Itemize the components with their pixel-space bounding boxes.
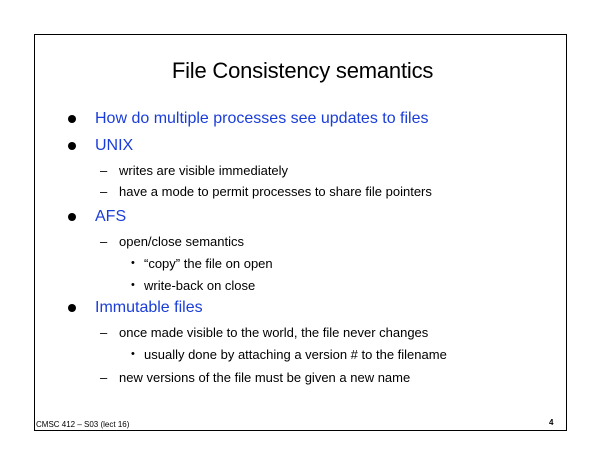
sub-bullet-text: have a mode to permit processes to share… <box>119 184 432 199</box>
sub-bullet-item: – open/close semantics <box>100 234 245 250</box>
bullet-item: UNIX <box>68 136 134 156</box>
sub-sub-bullet-item: • “copy” the file on open <box>131 256 273 272</box>
bullet-dot-icon <box>68 213 76 221</box>
page-number: 4 <box>549 418 554 427</box>
footer-course: CMSC 412 – S03 (lect 16) <box>36 420 130 429</box>
dash-icon: – <box>100 325 108 340</box>
slide-title: File Consistency semantics <box>171 58 434 83</box>
bullet-text: UNIX <box>95 137 134 154</box>
dash-icon: – <box>100 184 108 199</box>
bullet-item: AFS <box>68 207 127 227</box>
bullet-dot-icon <box>68 142 76 150</box>
sub-bullet-text: open/close semantics <box>119 234 245 249</box>
sub-sub-bullet-text: write-back on close <box>144 278 256 293</box>
sub-bullet-item: – writes are visible immediately <box>100 163 289 179</box>
small-dot-icon: • <box>131 348 135 360</box>
bullet-item: Immutable files <box>68 298 203 318</box>
sub-bullet-text: writes are visible immediately <box>119 163 289 178</box>
small-dot-icon: • <box>131 279 135 291</box>
sub-sub-bullet-item: • usually done by attaching a version # … <box>131 347 447 363</box>
sub-bullet-item: – new versions of the file must be given… <box>100 370 411 386</box>
bullet-text: Immutable files <box>95 299 203 316</box>
dash-icon: – <box>100 163 108 178</box>
sub-bullet-text: new versions of the file must be given a… <box>119 370 411 385</box>
bullet-text: How do multiple processes see updates to… <box>95 110 429 127</box>
sub-bullet-item: – have a mode to permit processes to sha… <box>100 184 432 200</box>
small-dot-icon: • <box>131 257 135 269</box>
sub-bullet-text: once made visible to the world, the file… <box>119 325 429 340</box>
bullet-text: AFS <box>95 208 127 225</box>
sub-bullet-item: – once made visible to the world, the fi… <box>100 325 429 341</box>
bullet-dot-icon <box>68 304 76 312</box>
bullet-item: How do multiple processes see updates to… <box>68 109 429 129</box>
sub-sub-bullet-item: • write-back on close <box>131 278 256 294</box>
sub-sub-bullet-text: usually done by attaching a version # to… <box>144 347 447 362</box>
dash-icon: – <box>100 370 108 385</box>
dash-icon: – <box>100 234 108 249</box>
sub-sub-bullet-text: “copy” the file on open <box>144 256 273 271</box>
bullet-dot-icon <box>68 115 76 123</box>
